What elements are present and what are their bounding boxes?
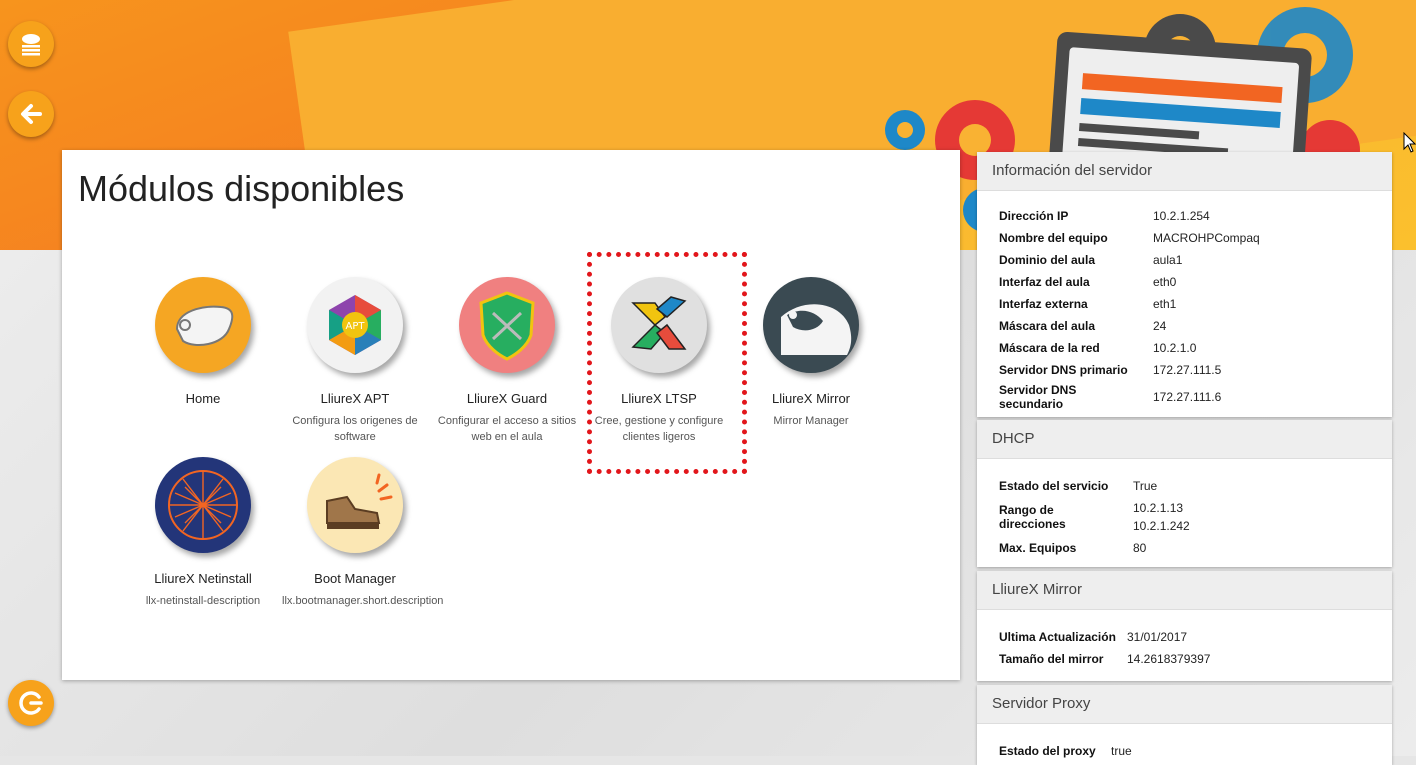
field-label: Máscara del aula [999, 319, 1096, 333]
menu-icon [22, 34, 40, 56]
field-value: 31/01/2017 [1127, 630, 1188, 644]
card-title: DHCP [977, 420, 1392, 459]
table-row: Ultima Actualización 31/01/2017 [999, 626, 1210, 648]
dhcp-table: Estado del servicio True Rango de direcc… [999, 475, 1190, 559]
logout-icon [19, 691, 43, 715]
field-value: 14.2618379397 [1127, 652, 1211, 666]
table-row: Servidor DNS primario 172.27.111.5 [999, 359, 1260, 381]
table-row: Nombre del equipo MACROHPCompaq [999, 227, 1260, 249]
boot-shoe-icon [307, 457, 403, 553]
module-description: llx.bootmanager.short.description [282, 595, 444, 607]
table-row: Dirección IP 10.2.1.254 [999, 205, 1260, 227]
server-info-card: Información del servidor Dirección IP 10.… [977, 152, 1392, 417]
field-value: MACROHPCompaq [1153, 231, 1260, 245]
module-lliurex-netinstall[interactable]: LliureX Netinstall llx-netinstall-descri… [128, 457, 278, 609]
module-description: Cree, gestione y configure clientes lige… [594, 415, 724, 443]
field-value: 10.2.1.0 [1153, 341, 1197, 355]
back-button[interactable] [8, 91, 54, 137]
field-value: True [1133, 479, 1158, 493]
mirror-mouse-icon [763, 277, 859, 373]
module-lliurex-guard[interactable]: LliureX Guard Configurar el acceso a sit… [432, 277, 582, 445]
module-lliurex-apt[interactable]: APT LliureX APT Configura los origenes d… [280, 277, 430, 445]
table-row: Máscara del aula 24 [999, 315, 1260, 337]
table-row: Interfaz del aula eth0 [999, 271, 1260, 293]
field-value: 80 [1133, 541, 1147, 555]
field-label: Estado del proxy [999, 744, 1096, 758]
proxy-card: Servidor Proxy Estado del proxy true [977, 685, 1392, 765]
svg-text:APT: APT [346, 321, 366, 332]
field-value: 24 [1153, 319, 1167, 333]
table-row: Estado del proxy true [999, 740, 1132, 762]
field-label: Ultima Actualización [999, 630, 1116, 644]
server-info-table: Dirección IP 10.2.1.254 Nombre del equipo M… [999, 205, 1260, 413]
field-label: Max. Equipos [999, 541, 1077, 555]
field-label: Tamaño del mirror [999, 652, 1104, 666]
apt-hexagon-icon: APT [307, 277, 403, 373]
range-start: 10.2.1.13 [1133, 501, 1184, 515]
modules-panel: Módulos disponibles Home APT LliureX APT… [62, 150, 960, 680]
module-description: Mirror Manager [773, 415, 849, 427]
logout-button[interactable] [8, 680, 54, 726]
field-value: eth1 [1153, 297, 1177, 311]
module-name: Boot Manager [314, 571, 396, 586]
table-row: Interfaz externa eth1 [999, 293, 1260, 315]
field-value: eth0 [1153, 275, 1177, 289]
field-label: Interfaz externa [999, 297, 1088, 311]
arrow-left-icon [21, 104, 42, 124]
mouse-cursor-icon [1403, 132, 1416, 153]
field-label: Nombre del equipo [999, 231, 1108, 245]
card-title: Servidor Proxy [977, 685, 1392, 724]
field-label: Máscara de la red [999, 341, 1100, 355]
guard-shield-icon [459, 277, 555, 373]
home-mouse-icon [155, 277, 251, 373]
module-boot-manager[interactable]: Boot Manager llx.bootmanager.short.descr… [280, 457, 444, 609]
table-row: Rango de direcciones 10.2.1.13 10.2.1.24… [999, 497, 1190, 537]
netinstall-network-icon [155, 457, 251, 553]
module-name: Home [185, 391, 221, 406]
module-name: LliureX Guard [466, 391, 548, 406]
module-name: LliureX APT [320, 391, 390, 406]
mirror-table: Ultima Actualización 31/01/2017 Tamaño del… [999, 626, 1210, 670]
card-title: LliureX Mirror [977, 571, 1392, 610]
card-title: Información del servidor [977, 152, 1392, 191]
module-lliurex-mirror[interactable]: LliureX Mirror Mirror Manager [736, 277, 886, 429]
field-value: 172.27.111.5 [1153, 363, 1222, 377]
module-name: LliureX LTSP [621, 391, 697, 406]
dhcp-card: DHCP Estado del servicio True Rango de d… [977, 420, 1392, 567]
range-end: 10.2.1.242 [1133, 519, 1190, 533]
field-label: Dominio del aula [999, 253, 1096, 267]
module-home[interactable]: Home [128, 277, 278, 413]
field-label: Rango de direcciones [999, 503, 1066, 531]
field-label: Servidor DNS primario [999, 363, 1128, 377]
field-label: Servidor DNS secundario [999, 383, 1077, 411]
table-row: Max. Equipos 80 [999, 537, 1190, 559]
field-value: true [1111, 744, 1132, 758]
table-row: Tamaño del mirror 14.2618379397 [999, 648, 1210, 670]
proxy-table: Estado del proxy true [999, 740, 1132, 762]
module-name: LliureX Netinstall [154, 571, 252, 586]
module-name: LliureX Mirror [771, 391, 850, 406]
field-value: aula1 [1153, 253, 1183, 267]
module-description: llx-netinstall-description [145, 595, 261, 607]
ltsp-x-icon [611, 277, 707, 373]
table-row: Dominio del aula aula1 [999, 249, 1260, 271]
menu-button[interactable] [8, 21, 54, 67]
module-description: Configura los origenes de software [292, 415, 418, 443]
module-lliurex-ltsp[interactable]: LliureX LTSP Cree, gestione y configure … [584, 277, 734, 445]
table-row: Servidor DNS secundario 172.27.111.6 [999, 381, 1260, 413]
mirror-card: LliureX Mirror Ultima Actualización 31/01… [977, 571, 1392, 681]
field-value: 10.2.1.13 10.2.1.242 [1133, 497, 1190, 537]
module-description: Configurar el acceso a sitios web en el … [437, 415, 577, 443]
table-row: Estado del servicio True [999, 475, 1190, 497]
field-label: Estado del servicio [999, 479, 1109, 493]
table-row: Máscara de la red 10.2.1.0 [999, 337, 1260, 359]
field-label: Dirección IP [999, 209, 1069, 223]
field-label: Interfaz del aula [999, 275, 1090, 289]
page-title: Módulos disponibles [78, 168, 405, 209]
field-value: 10.2.1.254 [1153, 209, 1210, 223]
field-value: 172.27.111.6 [1153, 390, 1222, 404]
